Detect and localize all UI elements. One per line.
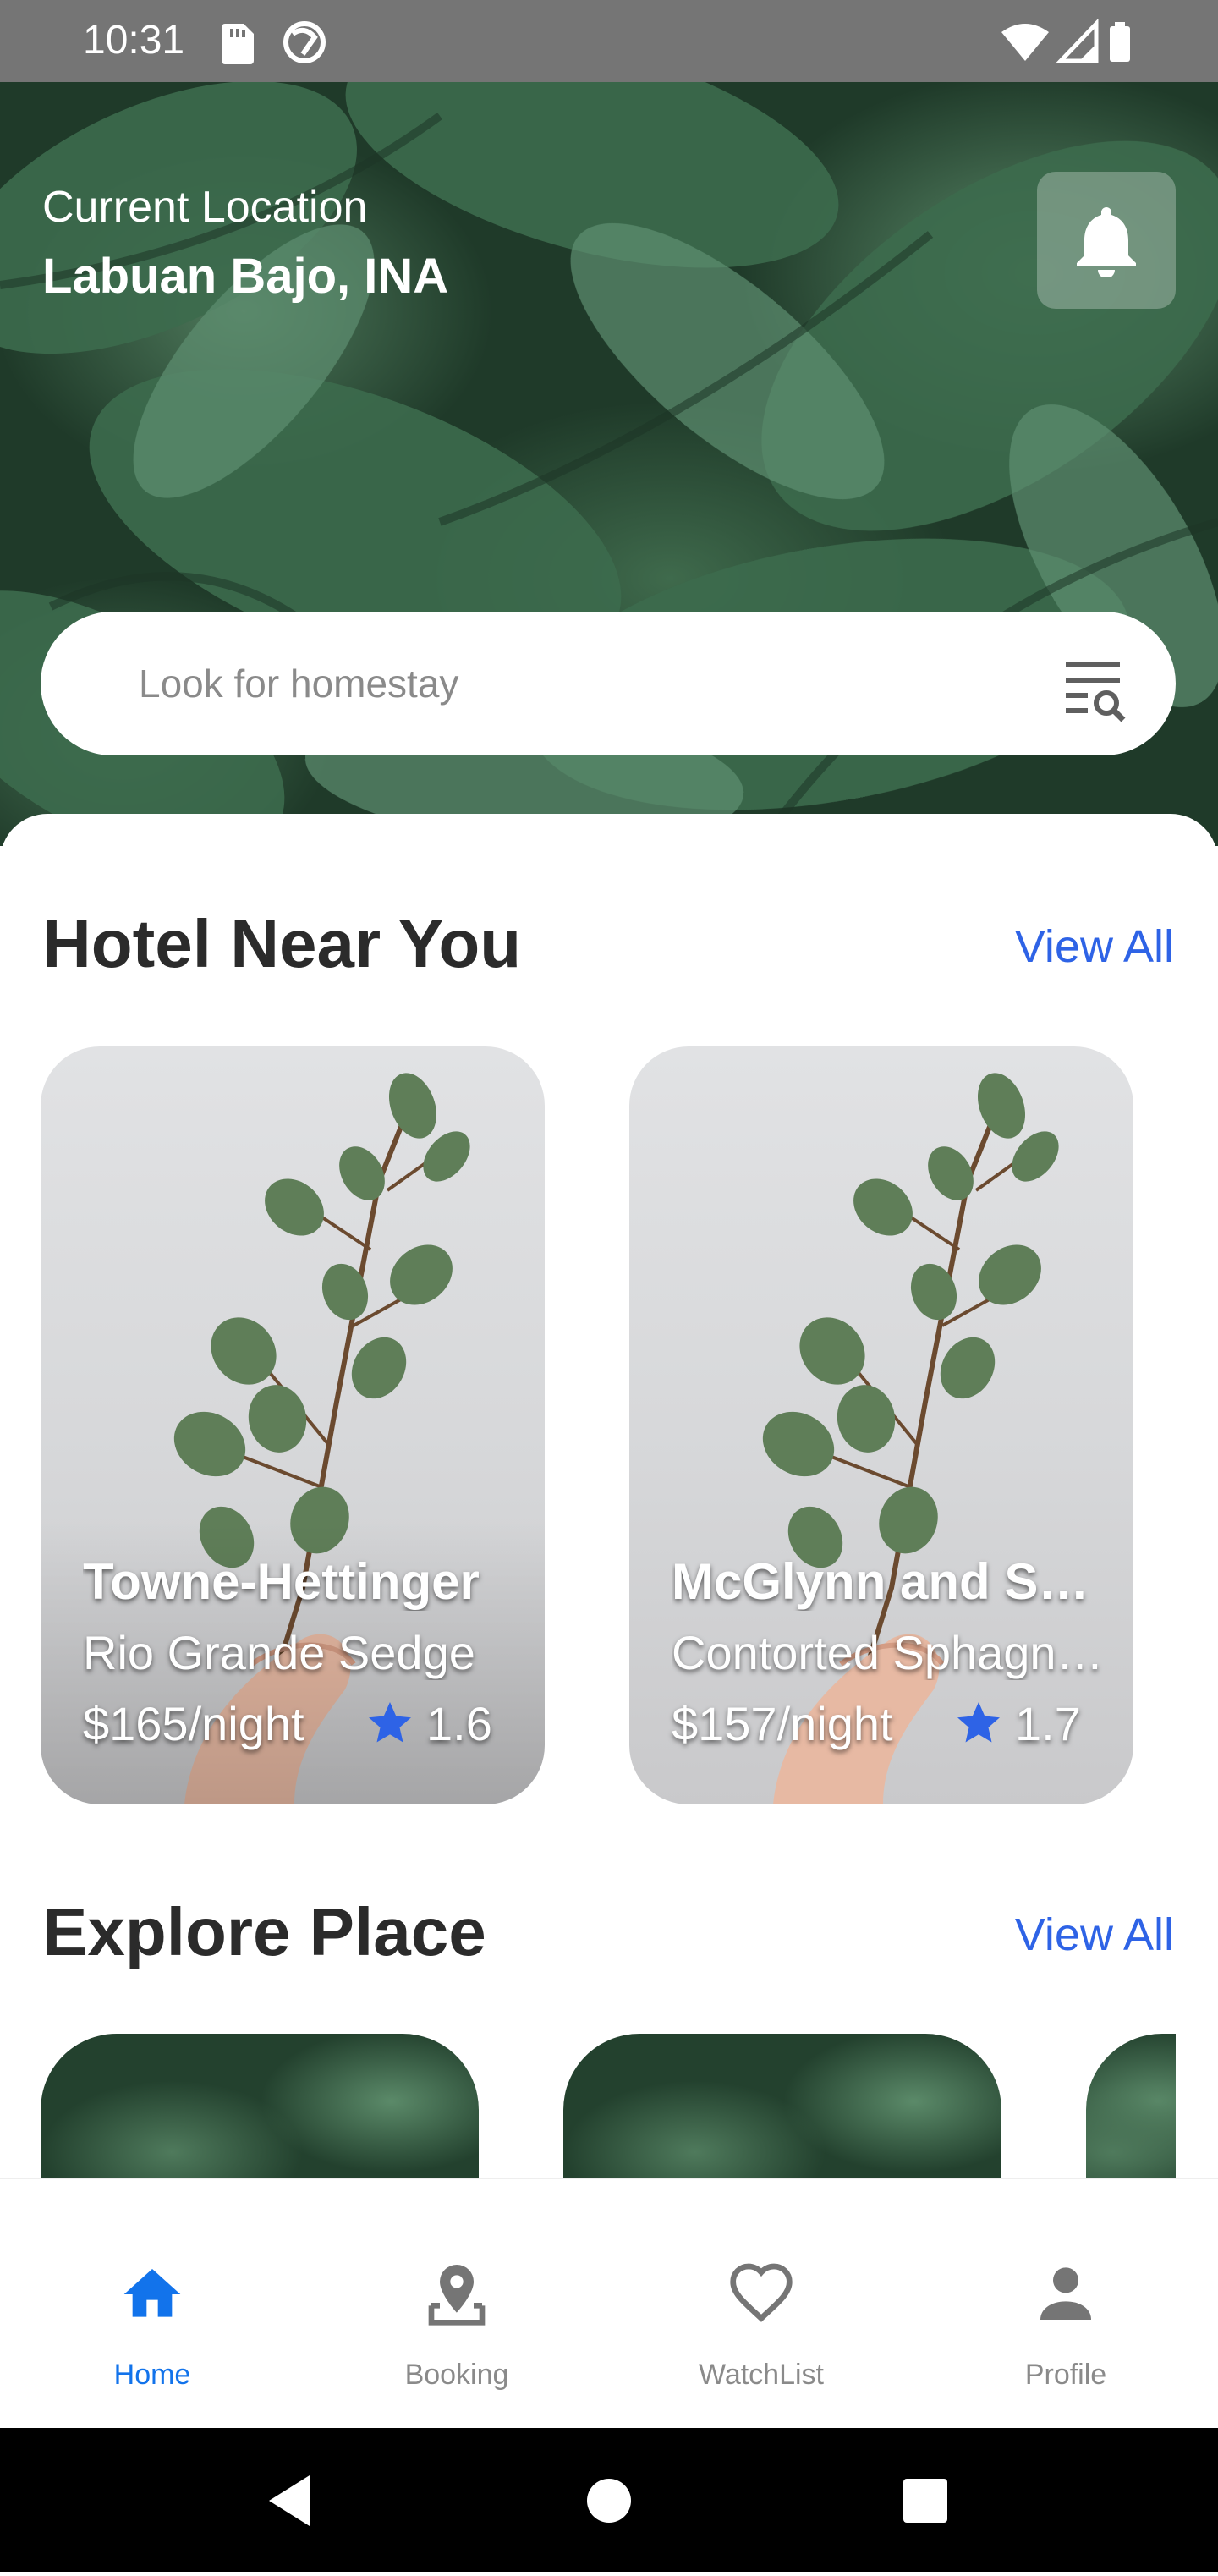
home-icon xyxy=(123,2269,181,2317)
hotel-card[interactable]: McGlynn and Sons Contorted Sphagnum $157… xyxy=(629,1046,1133,1804)
hotel-location: Contorted Sphagnum xyxy=(672,1626,1111,1679)
person-icon xyxy=(1040,2267,1091,2320)
status-bar: 10:31 xyxy=(0,0,1218,82)
star-icon xyxy=(957,1702,1000,1743)
star-icon xyxy=(369,1702,411,1743)
bell-icon xyxy=(1077,207,1136,277)
wifi-icon xyxy=(1001,24,1049,61)
content-sheet: Hotel Near You View All Towne-Hettinger … xyxy=(0,814,1218,2179)
nav-label: Profile xyxy=(1024,2359,1107,2391)
status-icons-right xyxy=(1001,18,1137,70)
nav-label: WatchList xyxy=(698,2359,824,2391)
status-time: 10:31 xyxy=(83,18,185,63)
recents-icon[interactable] xyxy=(903,2479,947,2523)
nav-item-booking[interactable]: Booking xyxy=(304,2179,609,2430)
hotel-card[interactable]: Towne-Hettinger Rio Grande Sedge $165/ni… xyxy=(41,1046,545,1804)
explore-card[interactable] xyxy=(41,2034,479,2179)
heart-icon xyxy=(730,2263,793,2322)
hotel-name: McGlynn and Sons xyxy=(672,1553,1111,1610)
hotel-rating: 1.6 xyxy=(426,1697,492,1750)
battery-icon xyxy=(1110,22,1130,62)
sd-card-icon xyxy=(222,24,254,64)
hotel-price: $165/night xyxy=(83,1697,304,1750)
search-input[interactable] xyxy=(137,612,983,755)
explore-view-all-link[interactable]: View All xyxy=(1015,1909,1174,1961)
do-not-disturb-icon xyxy=(283,21,326,63)
hero-banner: Current Location Labuan Bajo, INA xyxy=(0,82,1218,846)
hotel-name: Towne-Hettinger xyxy=(83,1553,480,1610)
nav-label: Home xyxy=(113,2359,191,2391)
current-location-value[interactable]: Labuan Bajo, INA xyxy=(42,248,448,305)
map-pin-icon xyxy=(428,2265,486,2326)
plant-photo xyxy=(762,1073,1059,1804)
hotel-location: Rio Grande Sedge xyxy=(83,1626,475,1679)
bottom-navigation: Home Booking WatchList Profile xyxy=(0,2178,1218,2428)
nav-label: Booking xyxy=(404,2359,509,2391)
nav-item-home[interactable]: Home xyxy=(0,2179,304,2430)
system-navigation-bar xyxy=(0,2428,1218,2572)
hotel-price: $157/night xyxy=(672,1697,893,1750)
current-location-label: Current Location xyxy=(42,183,368,232)
search-bar[interactable] xyxy=(41,612,1176,755)
explore-place-title: Explore Place xyxy=(42,1894,486,1969)
filter-search-icon xyxy=(1066,662,1126,722)
hotel-near-you-title: Hotel Near You xyxy=(42,906,522,981)
home-circle-icon[interactable] xyxy=(587,2479,631,2523)
nav-item-profile[interactable]: Profile xyxy=(914,2179,1218,2430)
notification-button[interactable] xyxy=(1037,172,1176,309)
filter-button[interactable] xyxy=(1062,654,1130,722)
explore-card[interactable] xyxy=(563,2034,1001,2179)
hotel-rating: 1.7 xyxy=(1015,1697,1081,1750)
hotels-view-all-link[interactable]: View All xyxy=(1015,920,1174,973)
back-icon[interactable] xyxy=(269,2475,310,2526)
status-icons-left xyxy=(222,19,332,70)
nav-item-watchlist[interactable]: WatchList xyxy=(609,2179,914,2430)
plant-photo xyxy=(41,1073,545,1804)
explore-card[interactable] xyxy=(1086,2034,1176,2179)
